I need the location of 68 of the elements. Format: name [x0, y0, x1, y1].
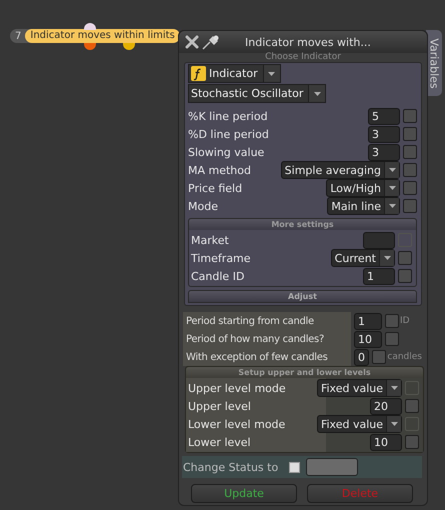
checkbox[interactable] [403, 109, 417, 123]
checkbox[interactable] [385, 314, 399, 328]
checkbox[interactable] [372, 350, 386, 364]
close-icon[interactable] [185, 35, 199, 49]
node-number: 7 [14, 30, 22, 42]
field-label: With exception of few candles [183, 348, 351, 366]
caret-icon [379, 250, 394, 266]
checkbox[interactable] [385, 332, 399, 346]
field-label: %K line period [188, 110, 269, 122]
checkbox[interactable] [398, 269, 412, 283]
caret-icon [386, 416, 401, 432]
field-label: Timeframe [191, 252, 252, 264]
section-label: Choose Indicator [264, 53, 342, 62]
update-button[interactable]: Update [191, 484, 297, 503]
input-field[interactable]: 1 [354, 312, 382, 330]
input-field[interactable]: 10 [354, 330, 382, 348]
indicator-type-dropdown[interactable]: Stochastic Oscillator [188, 84, 326, 103]
dropdown[interactable]: Main line [327, 197, 400, 215]
field-label: Lower level mode [188, 418, 286, 430]
input-field[interactable]: 5 [368, 108, 400, 124]
input-field[interactable]: 1 [363, 268, 395, 284]
input-field[interactable]: 0 [354, 348, 370, 366]
field-label: Lower level [188, 436, 252, 448]
pin-icon[interactable] [201, 34, 221, 50]
checkbox[interactable] [398, 251, 412, 265]
field-label: Mode [188, 200, 219, 212]
input-field[interactable] [363, 232, 395, 248]
caret-icon [384, 180, 399, 196]
field-label: MA method [188, 164, 252, 176]
checkbox[interactable] [403, 199, 417, 213]
dropdown[interactable]: Simple averaging [280, 161, 400, 179]
function-icon [191, 66, 206, 81]
input-field[interactable]: 10 [370, 434, 402, 450]
checkbox[interactable] [403, 127, 417, 141]
field-label: Market [191, 234, 230, 246]
node-label[interactable]: Indicator moves within limits [25, 29, 180, 43]
field-label: Upper level [188, 400, 252, 412]
input-field[interactable]: 3 [368, 144, 400, 160]
field-label: Upper level mode [188, 382, 287, 394]
adjust-button[interactable]: Adjust [188, 290, 417, 303]
checkbox[interactable] [405, 399, 419, 413]
field-label: Slowing value [188, 146, 266, 158]
input-field[interactable] [306, 458, 358, 476]
field-label: Candle ID [191, 270, 246, 282]
unit-label: ID [400, 316, 410, 326]
caret-icon [384, 198, 399, 214]
input-field[interactable]: 20 [370, 398, 402, 414]
checkbox[interactable] [403, 145, 417, 159]
field-label: Price field [188, 182, 244, 194]
window-title: Indicator moves with... [245, 36, 371, 48]
caret-icon [386, 380, 401, 396]
checkbox[interactable] [403, 163, 417, 177]
section-header: Setup upper and lower levels [186, 367, 423, 378]
field-label: %D line period [188, 128, 270, 140]
caret-icon [262, 65, 280, 82]
checkbox[interactable] [405, 435, 419, 449]
caret-icon [384, 162, 399, 178]
field-label: Period of how many candles? [183, 330, 351, 348]
indicator-dropdown[interactable]: Indicator [188, 64, 281, 83]
checkbox[interactable] [289, 462, 300, 472]
caret-icon [308, 85, 326, 102]
dropdown[interactable]: Current [330, 249, 395, 267]
field-label: Change Status to [182, 460, 280, 474]
checkbox[interactable] [403, 181, 417, 195]
field-label: Period starting from candle [183, 312, 351, 330]
unit-label: candles [387, 352, 422, 362]
input-field[interactable]: 3 [368, 126, 400, 142]
dropdown[interactable]: Low/High [326, 179, 400, 197]
